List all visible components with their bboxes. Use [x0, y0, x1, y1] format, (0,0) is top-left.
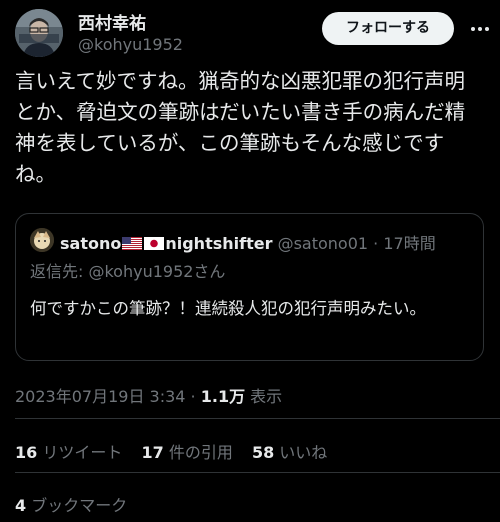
view-label: 表示 [245, 387, 283, 406]
us-flag-icon [122, 237, 143, 250]
quote-author-name-part1[interactable]: satono [60, 234, 121, 253]
quote-handle[interactable]: @satono01 [278, 234, 369, 253]
retweet-count: 16 [15, 443, 38, 462]
author-handle[interactable]: @kohyu1952 [78, 35, 183, 54]
japan-flag-icon [144, 237, 165, 250]
more-icon[interactable] [468, 17, 492, 41]
quote-time[interactable]: 17時間 [383, 234, 435, 253]
quote-author-name-part2[interactable]: nightshifter [165, 234, 272, 253]
author-name[interactable]: 西村幸祐 [78, 9, 146, 34]
bookmark-label: ブックマーク [31, 496, 128, 515]
quote-avatar[interactable] [30, 228, 54, 252]
quote-label: 件の引用 [168, 443, 233, 462]
retweet-label: リツイート [42, 443, 123, 462]
tweet-timestamp: 2023年07月19日 3:34 · 1.1万 表示 [15, 383, 282, 407]
timestamp-separator: · [185, 387, 201, 406]
divider [15, 472, 500, 473]
quote-text: 何ですかこの筆跡？！連続殺人犯の犯行声明みたい。 [30, 299, 426, 318]
retweets-stat[interactable]: 16 リツイート [15, 443, 136, 462]
tweet-text: 言いえて妙ですね。猟奇的な凶悪犯罪の犯行声明とか、脅迫文の筆跡はだいたい書き手の… [15, 69, 466, 186]
quote-count: 17 [141, 443, 164, 462]
follow-button[interactable]: フォローする [322, 12, 454, 45]
quotes-stat[interactable]: 17 件の引用 [141, 443, 246, 462]
tweet-datetime[interactable]: 2023年07月19日 3:34 [15, 387, 185, 406]
likes-stat[interactable]: 58 いいね [252, 443, 341, 462]
engagement-stats: 16 リツイート 17 件の引用 58 いいね [15, 439, 341, 463]
bookmark-count: 4 [15, 496, 27, 515]
quote-separator: · [368, 234, 384, 253]
bookmarks-stat[interactable]: 4 ブックマーク [15, 492, 127, 516]
view-count: 1.1万 [200, 387, 246, 406]
divider [15, 418, 500, 419]
quoted-tweet[interactable]: satono nightshifter @satono01 · 17時間 返信先:… [15, 213, 484, 361]
avatar[interactable] [15, 9, 63, 57]
like-label: いいね [279, 443, 328, 462]
quote-header: satono nightshifter @satono01 · 17時間 [60, 230, 436, 254]
like-count: 58 [251, 443, 275, 462]
quote-reply-to: 返信先: @kohyu1952さん [30, 262, 226, 281]
tweet-header: 西村幸祐 @kohyu1952 フォローする [0, 0, 500, 62]
